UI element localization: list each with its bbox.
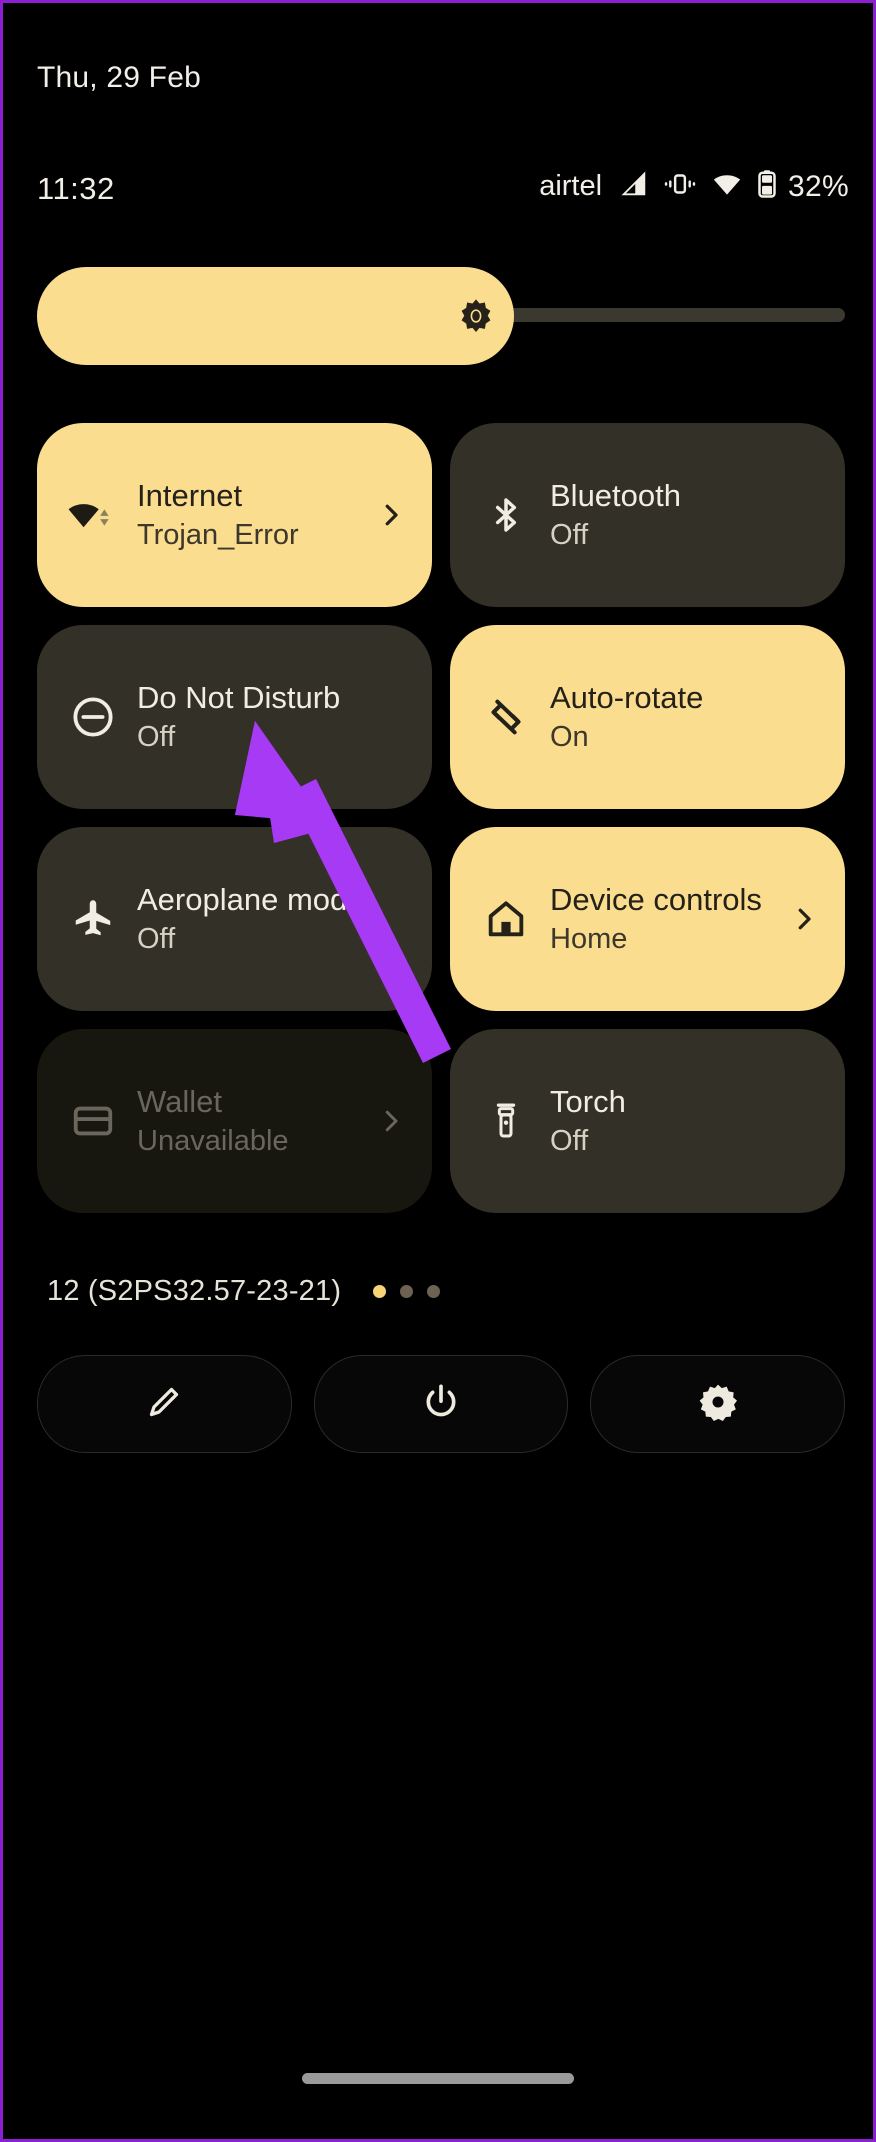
page-dot-3[interactable]	[427, 1285, 441, 1298]
tile-text: Internet Trojan_Error	[137, 477, 366, 553]
tile-text: Auto-rotate On	[550, 679, 819, 755]
tile-title: Bluetooth	[550, 478, 681, 513]
tile-subtitle: Off	[550, 1125, 589, 1157]
page-dot-2[interactable]	[400, 1285, 414, 1298]
tile-text: Torch Off	[550, 1083, 819, 1159]
torch-icon	[480, 1095, 532, 1147]
page-indicator[interactable]	[373, 1285, 441, 1298]
airplane-icon	[67, 893, 119, 945]
power-button[interactable]	[313, 1355, 569, 1453]
tile-auto-rotate[interactable]: Auto-rotate On	[450, 625, 845, 809]
build-label: 12 (S2PS32.57-23-21)	[47, 1275, 342, 1307]
footer-actions	[37, 1355, 846, 1453]
tile-bluetooth[interactable]: Bluetooth Off	[450, 423, 845, 607]
tile-internet[interactable]: Internet Trojan_Error	[37, 423, 432, 607]
tile-text: Device controls Home	[550, 881, 779, 957]
rotate-icon	[480, 691, 532, 743]
tile-title: Device controls	[550, 882, 762, 917]
tile-subtitle: Home	[550, 923, 628, 955]
signal-icon	[618, 169, 650, 204]
brightness-slider[interactable]	[37, 267, 845, 365]
tile-subtitle: Trojan_Error	[137, 519, 299, 551]
tile-title: Wallet	[137, 1084, 222, 1119]
tile-subtitle: On	[550, 721, 589, 753]
chevron-right-icon[interactable]	[376, 500, 406, 530]
chevron-right-icon[interactable]	[789, 904, 819, 934]
status-icon-group: airtel 32%	[539, 169, 849, 204]
tile-text: Bluetooth Off	[550, 477, 819, 553]
quick-settings-tiles: Internet Trojan_Error Bluetooth Off Do N…	[37, 423, 845, 1213]
brightness-fill	[37, 267, 514, 365]
bluetooth-icon	[480, 489, 532, 541]
home-icon	[480, 893, 532, 945]
tile-subtitle: Off	[137, 923, 176, 955]
tile-title: Do Not Disturb	[137, 680, 341, 715]
gesture-bar[interactable]	[302, 2073, 574, 2084]
vibrate-icon	[663, 169, 697, 204]
tile-torch[interactable]: Torch Off	[450, 1029, 845, 1213]
carrier-label: airtel	[539, 170, 603, 202]
tile-subtitle: Off	[137, 721, 176, 753]
wifi-icon	[67, 489, 119, 541]
settings-button[interactable]	[590, 1355, 846, 1453]
footer-build-row: 12 (S2PS32.57-23-21)	[47, 1275, 441, 1308]
chevron-right-icon[interactable]	[376, 1106, 406, 1136]
dnd-icon	[67, 691, 119, 743]
tile-title: Aeroplane mode	[137, 882, 365, 917]
edit-button[interactable]	[37, 1355, 292, 1453]
tile-device-controls[interactable]: Device controls Home	[450, 827, 845, 1011]
tile-title: Auto-rotate	[550, 680, 704, 715]
gear-icon	[698, 1382, 738, 1427]
tile-text: Wallet Unavailable	[137, 1083, 366, 1159]
tile-title: Internet	[137, 478, 243, 513]
tile-text: Aeroplane mode Off	[137, 881, 406, 957]
status-bar: 11:32 airtel 32%	[37, 169, 849, 213]
tile-subtitle: Off	[550, 519, 589, 551]
pencil-icon	[144, 1382, 184, 1427]
power-icon	[421, 1382, 461, 1427]
tile-wallet[interactable]: Wallet Unavailable	[37, 1029, 432, 1213]
quick-settings-panel: Thu, 29 Feb 11:32 airtel 32% Internet Tr…	[0, 0, 876, 2142]
tile-aeroplane-mode[interactable]: Aeroplane mode Off	[37, 827, 432, 1011]
battery-percent-label: 32%	[788, 169, 849, 203]
tile-title: Torch	[550, 1084, 626, 1119]
tile-do-not-disturb[interactable]: Do Not Disturb Off	[37, 625, 432, 809]
battery-icon	[757, 169, 777, 204]
date-label: Thu, 29 Feb	[37, 61, 201, 94]
page-dot-1[interactable]	[373, 1285, 387, 1298]
tile-subtitle: Unavailable	[137, 1125, 289, 1157]
clock-label: 11:32	[37, 171, 115, 206]
wallet-icon	[67, 1095, 119, 1147]
wifi-icon	[710, 169, 744, 204]
tile-text: Do Not Disturb Off	[137, 679, 406, 755]
brightness-icon	[457, 297, 495, 335]
